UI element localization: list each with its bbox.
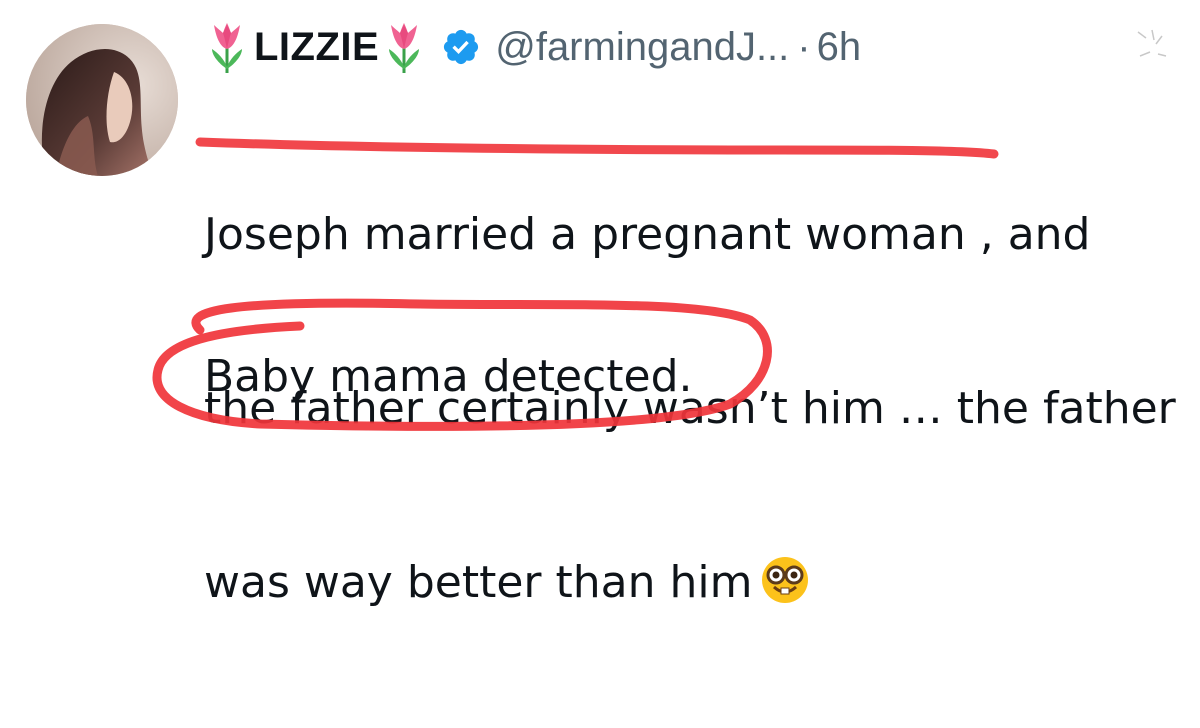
tweet-text-line-with-emoji: was way better than him [204,554,1184,612]
verified-badge-icon[interactable] [441,27,481,67]
author-handle[interactable]: @farmingandJ... [495,25,789,70]
tulip-icon [383,19,425,75]
avatar[interactable] [26,24,178,176]
corner-sparkle-mark [1137,29,1167,57]
tulip-icon [206,19,248,75]
tweet-text-line: was way better than him [204,557,753,608]
tweet[interactable]: LIZZIE @farmingandJ... · 6h Joseph marri… [0,0,1200,608]
tweet-text-second-paragraph: Baby mama detected. [204,351,693,402]
tweet-header: LIZZIE @farmingandJ... · 6h [206,14,861,80]
display-name[interactable]: LIZZIE [254,25,379,70]
timestamp[interactable]: 6h [817,25,862,70]
tweet-text-line: Joseph married a pregnant woman , and [204,209,1091,260]
nerd-face-icon [760,555,810,605]
tweet-text: Joseph married a pregnant woman , and th… [204,90,1184,728]
avatar-photo [26,24,178,176]
separator-dot: · [797,24,811,69]
